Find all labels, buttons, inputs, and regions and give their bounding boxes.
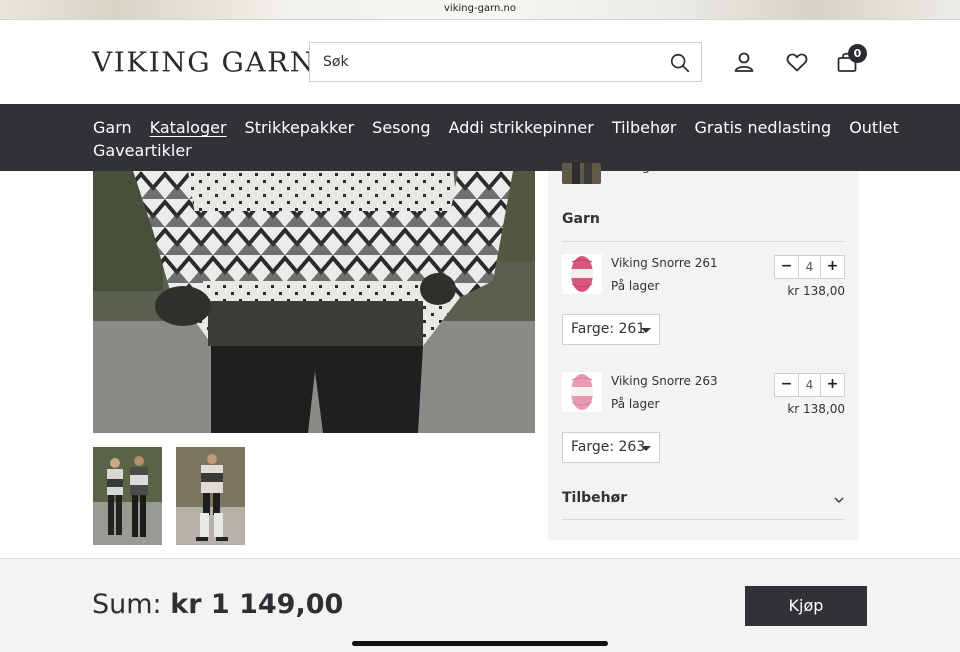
site-logo[interactable]: VIKING GARN xyxy=(92,47,316,78)
total-sum: Sum: kr 1 149,00 xyxy=(92,589,343,620)
search-icon[interactable] xyxy=(669,52,691,74)
nav-item-strikkepakker[interactable]: Strikkepakker xyxy=(245,118,355,137)
home-indicator[interactable] xyxy=(352,641,608,646)
nav-item-garn[interactable]: Garn xyxy=(93,118,132,137)
yarn-price: kr 138,00 xyxy=(787,284,845,298)
increase-button[interactable]: + xyxy=(821,374,844,396)
quantity-value[interactable]: 4 xyxy=(798,256,821,278)
cart-count-badge: 0 xyxy=(848,44,867,63)
sum-label: Sum: xyxy=(92,589,162,620)
pattern-item-stock: På lager xyxy=(611,159,664,174)
increase-button[interactable]: + xyxy=(821,256,844,278)
yarn-name[interactable]: Viking Snorre 261 xyxy=(611,256,718,270)
nav-item-gratis-nedlasting[interactable]: Gratis nedlasting xyxy=(695,118,832,137)
nav-item-outlet[interactable]: Outlet xyxy=(849,118,899,137)
nav-item-addi-strikkepinner[interactable]: Addi strikkepinner xyxy=(449,118,594,137)
browser-url-bar[interactable]: viking-garn.no xyxy=(0,0,960,20)
yarn-image-snorre-263 xyxy=(562,372,602,412)
quantity-value[interactable]: 4 xyxy=(798,374,821,396)
url-text: viking-garn.no xyxy=(444,3,516,14)
chevron-down-icon[interactable] xyxy=(833,494,845,506)
sum-value: kr 1 149,00 xyxy=(170,589,344,620)
product-thumbnail-1[interactable] xyxy=(93,447,162,545)
pattern-item-image xyxy=(562,163,601,184)
quantity-stepper[interactable]: − 4 + xyxy=(774,255,845,279)
main-nav: Garn Kataloger Strikkepakker Sesong Addi… xyxy=(0,104,960,171)
nav-item-sesong[interactable]: Sesong xyxy=(372,118,430,137)
nav-item-gaveartikler[interactable]: Gaveartikler xyxy=(93,141,192,160)
yarn-image-snorre-261 xyxy=(562,254,602,294)
package-contents-panel: På lager Garn Viking Snorre 261 På lager… xyxy=(548,159,859,540)
yarn-price: kr 138,00 xyxy=(787,402,845,416)
product-main-image[interactable] xyxy=(93,171,535,433)
chevron-down-icon xyxy=(641,328,651,333)
decrease-button[interactable]: − xyxy=(775,374,798,396)
garn-section-title: Garn xyxy=(562,211,600,227)
color-select[interactable]: Farge: 263 xyxy=(562,432,660,463)
chevron-down-icon xyxy=(641,446,651,451)
decrease-button[interactable]: − xyxy=(775,256,798,278)
product-thumbnail-2[interactable] xyxy=(176,447,245,545)
yarn-stock-status: På lager xyxy=(611,279,660,293)
accessories-accordion-title[interactable]: Tilbehør xyxy=(562,490,627,506)
buy-button[interactable]: Kjøp xyxy=(745,586,867,626)
user-icon[interactable] xyxy=(732,50,756,74)
search-input[interactable] xyxy=(323,52,653,72)
site-header: VIKING GARN 0 xyxy=(0,20,960,104)
heart-icon[interactable] xyxy=(785,50,809,74)
yarn-name[interactable]: Viking Snorre 263 xyxy=(611,374,718,388)
color-select[interactable]: Farge: 261 xyxy=(562,314,660,345)
nav-item-tilbehor[interactable]: Tilbehør xyxy=(612,118,677,137)
divider xyxy=(562,241,845,242)
search-box[interactable] xyxy=(309,42,702,82)
yarn-stock-status: På lager xyxy=(611,397,660,411)
nav-item-kataloger[interactable]: Kataloger xyxy=(150,118,227,137)
checkout-bar: Sum: kr 1 149,00 Kjøp xyxy=(0,558,960,652)
quantity-stepper[interactable]: − 4 + xyxy=(774,373,845,397)
color-select-value: Farge: 263 xyxy=(571,439,646,455)
divider xyxy=(562,519,845,520)
color-select-value: Farge: 261 xyxy=(571,321,646,337)
